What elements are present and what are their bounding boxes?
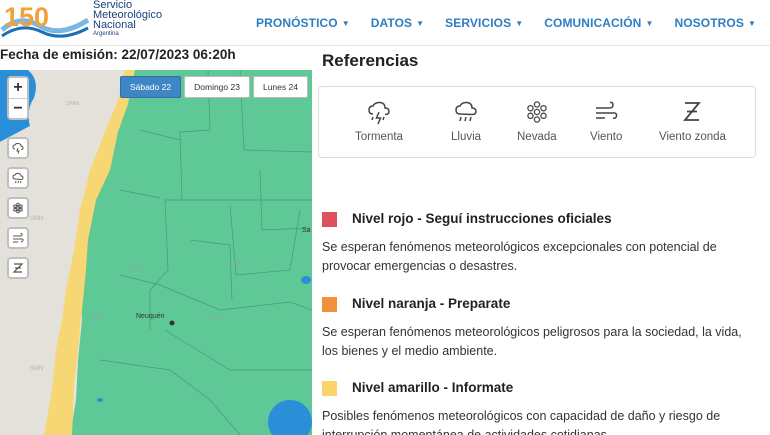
map-watermark: SMN xyxy=(230,261,243,267)
nav-servicios[interactable]: SERVICIOS ▼ xyxy=(445,16,523,30)
snow-icon xyxy=(527,101,547,123)
logo-line-4: Argentina xyxy=(93,31,119,37)
city-marker-neuquen[interactable] xyxy=(169,320,175,326)
level-orange-title: Nivel naranja - Preparate xyxy=(352,296,511,311)
wind-icon xyxy=(13,232,24,243)
snow-icon xyxy=(13,202,23,214)
references-title: Referencias xyxy=(322,51,419,70)
nav-label: PRONÓSTICO xyxy=(256,16,338,30)
level-orange-description: Se esperan fenómenos meteorológicos peli… xyxy=(322,325,742,358)
caret-down-icon: ▼ xyxy=(341,19,350,28)
rain-icon xyxy=(455,101,477,122)
map-watermark: SMN xyxy=(30,216,43,222)
filter-rain-button[interactable] xyxy=(7,167,29,189)
rain-icon xyxy=(12,172,24,184)
main-nav: PRONÓSTICO ▼ DATOS ▼ SERVICIOS ▼ COMUNICACI… xyxy=(235,16,756,30)
nav-datos[interactable]: DATOS ▼ xyxy=(371,16,424,30)
legend-item-rain: Lluvia xyxy=(451,99,481,143)
references-legend: Tormenta Lluvia Nevada Viento Viento zon… xyxy=(318,86,756,158)
filter-snow-button[interactable] xyxy=(7,197,29,219)
nav-nosotros[interactable]: NOSOTROS ▼ xyxy=(674,16,756,30)
level-yellow-description: Posibles fenómenos meteorológicos con ca… xyxy=(322,409,721,435)
logo-150-graphic: 150 xyxy=(0,2,90,38)
map-watermark: SMN xyxy=(130,266,143,272)
legend-item-zonda: Viento zonda xyxy=(659,99,726,143)
caret-down-icon: ▼ xyxy=(645,19,654,28)
zoom-control: + − xyxy=(7,76,29,120)
logo-number: 150 xyxy=(4,2,49,32)
caret-down-icon: ▼ xyxy=(747,19,756,28)
level-red-swatch xyxy=(322,212,337,227)
map-canvas: SMN SMN SMN SMN SMN SMN SMN xyxy=(0,70,312,435)
level-yellow-title: Nivel amarillo - Informate xyxy=(352,380,514,395)
legend-label-snow: Nevada xyxy=(517,131,557,143)
logo-line-3: Nacional xyxy=(93,19,136,31)
storm-icon xyxy=(368,101,390,125)
nav-label: COMUNICACIÓN xyxy=(544,16,642,30)
filter-zonda-button[interactable] xyxy=(7,257,29,279)
legend-label-rain: Lluvia xyxy=(451,131,482,143)
level-red-title: Nivel rojo - Seguí instrucciones oficial… xyxy=(352,211,612,226)
nav-pronostico[interactable]: PRONÓSTICO ▼ xyxy=(256,16,350,30)
caret-down-icon: ▼ xyxy=(515,19,524,28)
logo-text: Servicio Meteorológico Nacional Argentin… xyxy=(93,0,162,38)
issue-date: Fecha de emisión: 22/07/2023 06:20h xyxy=(0,47,236,62)
nav-label: NOSOTROS xyxy=(674,16,744,30)
map-watermark: SMN xyxy=(66,101,79,107)
level-orange-swatch xyxy=(322,297,337,312)
phenomenon-filter xyxy=(7,137,29,287)
nav-label: DATOS xyxy=(370,16,413,30)
zoom-in-button[interactable]: + xyxy=(9,78,27,98)
storm-icon xyxy=(12,142,24,154)
zonda-icon xyxy=(683,102,702,121)
alert-map[interactable]: SMN SMN SMN SMN SMN SMN SMN Neuquén Sa xyxy=(0,70,312,435)
level-yellow-swatch xyxy=(322,381,337,396)
map-watermark: SMN xyxy=(210,316,223,322)
level-red-description: Se esperan fenómenos meteorológicos exce… xyxy=(322,240,717,273)
wind-icon xyxy=(596,101,618,119)
zonda-icon xyxy=(12,263,24,273)
tab-day-1[interactable]: Sábado 22 xyxy=(120,76,182,98)
smn-logo[interactable]: 150 Servicio Meteorológico Nacional Arge… xyxy=(0,0,180,44)
day-tabs: Sábado 22 Domingo 23 Lunes 24 xyxy=(120,76,308,98)
nav-comunicacion[interactable]: COMUNICACIÓN ▼ xyxy=(544,16,653,30)
map-watermark: SMN xyxy=(90,316,103,322)
city-label-partial: Sa xyxy=(302,227,311,234)
tab-day-3[interactable]: Lunes 24 xyxy=(252,76,308,98)
legend-item-snow: Nevada xyxy=(517,99,557,143)
tab-day-2[interactable]: Domingo 23 xyxy=(184,76,250,98)
filter-wind-button[interactable] xyxy=(7,227,29,249)
map-watermark: SMN xyxy=(30,366,43,372)
filter-storm-button[interactable] xyxy=(7,137,29,159)
site-header: 150 Servicio Meteorológico Nacional Arge… xyxy=(0,0,770,46)
legend-item-storm: Tormenta xyxy=(355,99,403,143)
nav-label: SERVICIOS xyxy=(445,16,512,30)
caret-down-icon: ▼ xyxy=(416,19,425,28)
city-label-neuquen: Neuquén xyxy=(136,313,165,320)
legend-label-storm: Tormenta xyxy=(355,131,403,143)
legend-label-wind: Viento xyxy=(590,131,623,143)
legend-label-zonda: Viento zonda xyxy=(659,131,726,143)
zoom-out-button[interactable]: − xyxy=(9,98,27,118)
legend-item-wind: Viento xyxy=(590,99,622,143)
